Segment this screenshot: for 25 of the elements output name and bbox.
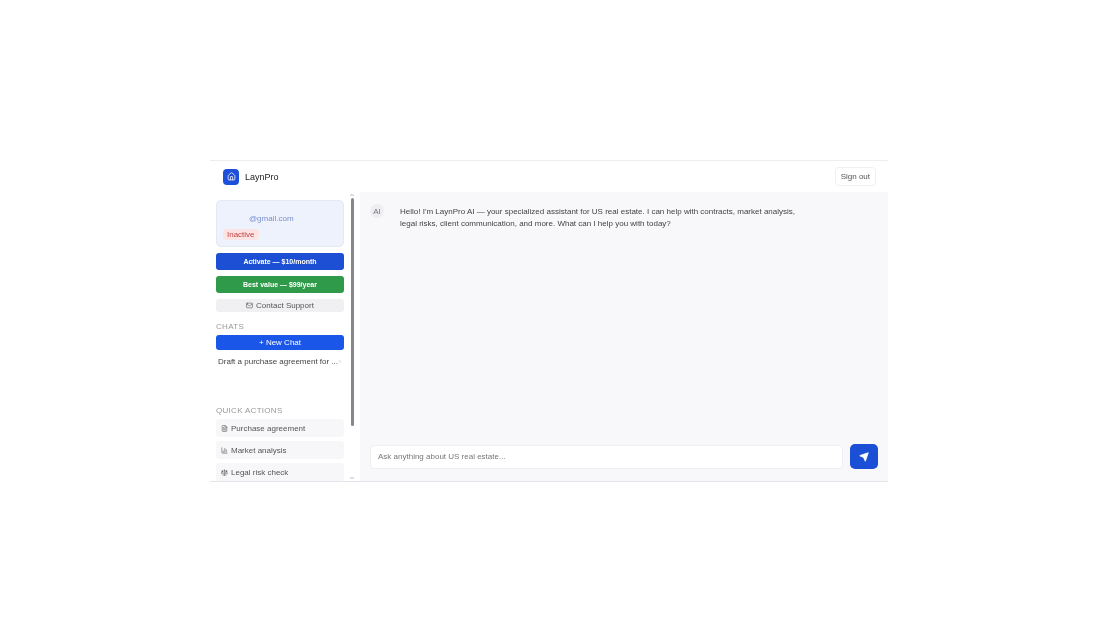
mail-icon (246, 302, 254, 309)
sign-out-button[interactable]: Sign out (834, 167, 876, 186)
status-badge: Inactive (223, 229, 259, 240)
scroll-down-icon[interactable] (349, 475, 355, 481)
send-button[interactable] (850, 444, 878, 469)
quick-action-button[interactable]: Market analysis (216, 441, 344, 459)
section-heading: CHATS (216, 322, 246, 331)
contact-support-button[interactable]: Contact Support (216, 299, 344, 312)
account-email: @gmail.com (249, 214, 295, 223)
chat-item[interactable]: Draft a purchase agreement for ... (216, 354, 344, 369)
house-icon (226, 172, 236, 181)
scale-icon (221, 468, 228, 476)
document-icon (221, 424, 228, 432)
new-chat-button[interactable]: + New Chat (216, 335, 344, 350)
send-icon (859, 451, 869, 462)
sender-avatar: AI (370, 204, 384, 218)
quick-action-button[interactable]: Legal risk check (216, 463, 344, 481)
scrollbar-thumb[interactable] (350, 198, 354, 426)
scroll-up-icon[interactable] (349, 192, 355, 198)
bar-chart-icon (221, 446, 228, 454)
brand-name: LaynPro (245, 171, 279, 182)
section-heading: QUICK ACTIONS (216, 406, 284, 415)
quick-action-button[interactable]: Purchase agreement (216, 419, 344, 437)
message-text: Hello! I'm LaynPro AI — your specialized assistant for US real estate. I can help with contracts, market analysis, legal risks, client communication, and more. What can I help you with today? (400, 206, 797, 230)
message-input[interactable]: Ask anything about US real estate... (370, 444, 843, 469)
